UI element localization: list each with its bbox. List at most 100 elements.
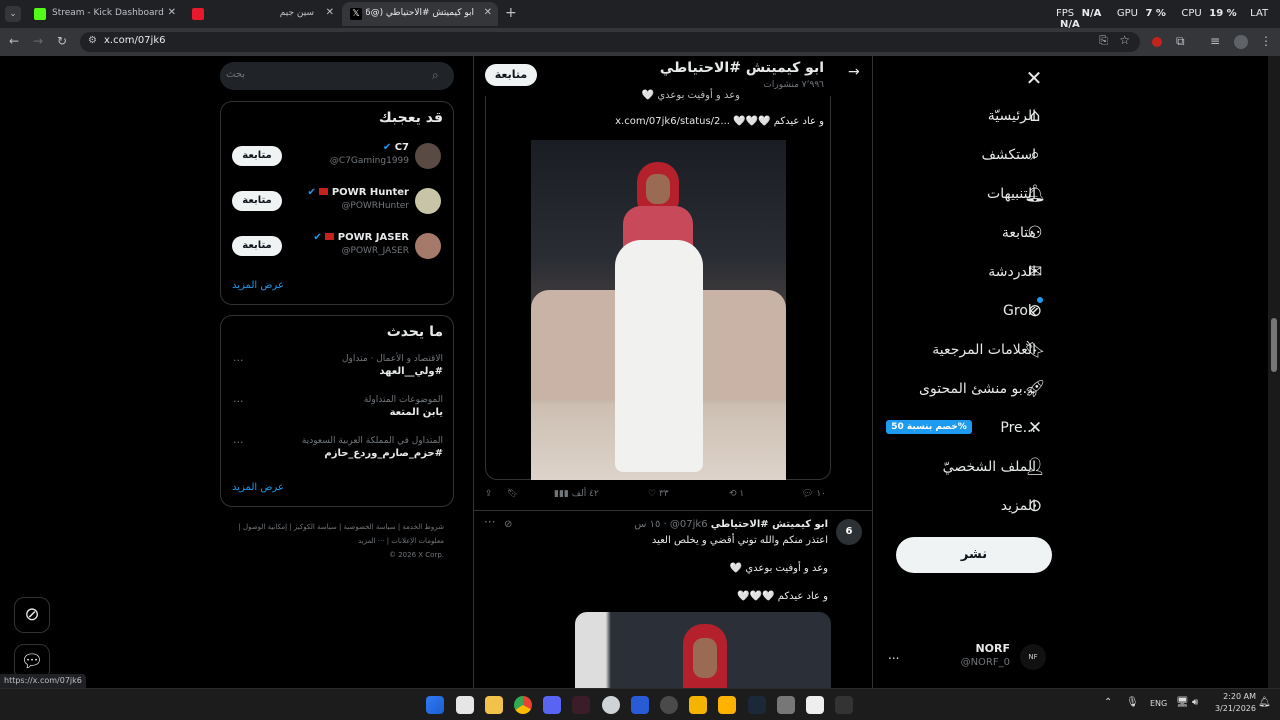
app-blue-icon[interactable] (631, 696, 649, 714)
tab-youtube[interactable]: سين جيم ✕ (184, 2, 340, 26)
tray-chevron-icon[interactable]: ⌃ (1104, 697, 1112, 708)
account-more-icon[interactable]: ... (888, 648, 899, 662)
install-app-icon[interactable]: ⎘ (1099, 34, 1108, 48)
site-info-icon[interactable]: ⚙ (88, 35, 97, 46)
close-tab-icon[interactable]: ✕ (326, 7, 334, 18)
user-avatar[interactable] (415, 188, 441, 214)
user-avatar[interactable] (415, 143, 441, 169)
suggested-user[interactable]: ✔ POWR Hunter @POWRHunter متابعة (221, 185, 453, 221)
start-icon[interactable] (426, 696, 444, 714)
show-more-link[interactable]: عرض المزيد (232, 482, 284, 493)
address-bar[interactable]: ⚙ x.com/07jk6 ⎘ ☆ (80, 32, 1140, 52)
microphone-icon[interactable]: 🎙︎ (1126, 697, 1139, 708)
user-handle: @POWR_JASER (341, 246, 409, 256)
search-box[interactable]: ⌕ بحث (220, 62, 454, 90)
app-gray-icon[interactable] (777, 696, 795, 714)
tweet-video[interactable] (531, 140, 786, 480)
clock-time[interactable]: 2:20 AM (1216, 692, 1256, 701)
rockstar-icon[interactable] (689, 696, 707, 714)
new-tab-button[interactable]: + (505, 5, 517, 21)
tweet-2-video[interactable] (575, 612, 831, 688)
footer-link[interactable]: شروط الخدمة (402, 523, 444, 531)
views-action[interactable]: ▮▮▮ ٤٢ ألف (554, 489, 599, 499)
tweet-more-icon[interactable]: ··· (484, 515, 495, 529)
show-more-link[interactable]: عرض المزيد (232, 280, 284, 291)
app-orange-icon[interactable] (718, 696, 736, 714)
settings-icon[interactable] (602, 696, 620, 714)
trend-more-icon[interactable]: ··· (233, 395, 244, 408)
language-indicator[interactable]: ENG (1150, 699, 1167, 708)
page-scrollbar[interactable] (1268, 56, 1280, 688)
tab-kick-dashboard[interactable]: Stream - Kick Dashboard ✕ (26, 2, 182, 26)
suggested-user[interactable]: ✔ POWR JASER @POWR_JASER متابعة (221, 230, 453, 266)
like-action[interactable]: ♡ ٣٣ (648, 489, 669, 499)
tab-list-dropdown[interactable]: ⌄ (5, 6, 21, 22)
discord-icon[interactable] (543, 696, 561, 714)
media-controls-icon[interactable]: ≡ (1210, 34, 1220, 48)
trend-more-icon[interactable]: ··· (233, 436, 244, 449)
share-action[interactable]: ⇪ (485, 489, 493, 499)
follow-user-button[interactable]: متابعة (232, 191, 282, 211)
close-tab-icon[interactable]: ✕ (168, 7, 176, 18)
footer-link[interactable]: سياسة الكوكيز (294, 523, 337, 531)
forward-icon[interactable]: → (33, 34, 43, 48)
premium-discount-badge[interactable]: %خصم بنسبة 50 (886, 420, 972, 434)
app-a-icon[interactable] (572, 696, 590, 714)
rocket-icon: 🚀︎ (1024, 379, 1046, 399)
x-logo-icon[interactable]: ✕ (1022, 66, 1046, 90)
account-switcher[interactable]: NF NORF @NORF_0 ... (884, 640, 1046, 674)
tweet-author-handle[interactable]: @07jk6 (670, 519, 708, 530)
footer-link[interactable]: معلومات الإعلانات (391, 537, 444, 545)
nav-profile[interactable]: الملف الشخصيّ (943, 449, 1036, 485)
notepad-icon[interactable] (456, 696, 474, 714)
file-explorer-icon[interactable] (485, 696, 503, 714)
footer-link[interactable]: ··· المزيد (358, 537, 385, 545)
grok-tweet-icon[interactable]: ⊘ (504, 519, 512, 530)
suggested-user[interactable]: ✔ C7 @C7Gaming1999 متابعة (221, 140, 453, 176)
back-icon[interactable]: ← (9, 34, 19, 48)
close-tab-icon[interactable]: ✕ (484, 7, 492, 18)
post-button[interactable]: نشر (896, 537, 1052, 573)
bookmark-star-icon[interactable]: ☆ (1119, 33, 1130, 47)
reply-action[interactable]: 💬︎ ١٠ (802, 489, 826, 499)
grok-float-button[interactable]: ⊘ (14, 597, 50, 633)
bookmark-action[interactable]: 🔖︎ (507, 489, 518, 499)
chrome-icon[interactable] (514, 696, 532, 714)
volume-icon[interactable]: 🔊︎ (1192, 697, 1198, 708)
nav-bookmarks[interactable]: العلامات المرجعية (932, 332, 1036, 368)
follow-user-button[interactable]: متابعة (232, 146, 282, 166)
user-avatar[interactable] (415, 233, 441, 259)
reload-icon[interactable]: ↻ (57, 34, 67, 48)
nav-creator-studio[interactable]: ...بو منشئ المحتوى (919, 371, 1036, 407)
views-count: ٤٢ ألف (571, 489, 599, 499)
network-icon[interactable]: 🖥︎ (1176, 697, 1189, 708)
notification-bell-icon[interactable]: 🔔︎ (1258, 697, 1271, 708)
trend-item[interactable]: الموضوعات المتداولة يابن المتعة ··· (221, 395, 453, 431)
clock-date[interactable]: 3/21/2026 (1210, 704, 1256, 713)
footer-link[interactable]: إمكانية الوصول (243, 523, 287, 531)
obs-icon[interactable] (660, 696, 678, 714)
app-white-icon[interactable] (806, 696, 824, 714)
trend-more-icon[interactable]: ··· (233, 354, 244, 367)
footer-link[interactable]: سياسة الخصوصية (344, 523, 396, 531)
follow-button[interactable]: متابعة (485, 64, 537, 86)
scrollbar-thumb[interactable] (1271, 318, 1277, 372)
browser-menu-icon[interactable]: ⋮ (1260, 34, 1272, 48)
tab-x-profile[interactable]: 𝕏 ابو كيميتش #الاحتياطي (@07jk6 ✕ (342, 2, 498, 26)
tweet-author-name[interactable]: ابو كيميتش #الاحتياطي (711, 519, 828, 530)
app-dark-icon[interactable] (835, 696, 853, 714)
tweet-time[interactable]: ١٥ س (634, 519, 660, 530)
follow-user-button[interactable]: متابعة (232, 236, 282, 256)
tweet-2[interactable]: 6 ابو كيميتش #الاحتياطي @07jk6 · ١٥ س ⊘ … (474, 511, 872, 688)
trend-item[interactable]: المتداول في المملكة العربية السعودية #حز… (221, 436, 453, 472)
tweet-author-avatar[interactable]: 6 (836, 519, 862, 545)
repost-action[interactable]: ⟲ ١ (729, 489, 744, 499)
extension-red-icon[interactable] (1152, 37, 1162, 47)
steam-icon[interactable] (748, 696, 766, 714)
tweet-link[interactable]: x.com/07jk6/status/2... (615, 116, 730, 127)
trend-item[interactable]: الاقتصاد و الأعمال · متداول #ولي__العهد … (221, 354, 453, 390)
extensions-icon[interactable]: ⧉ (1176, 34, 1185, 48)
quoted-tweet-card[interactable]: وعد و أوفيت بوعدي 🤍 و عاد عيدكم 🤍🤍🤍 x.co… (485, 90, 831, 480)
profile-avatar-icon[interactable] (1234, 35, 1248, 49)
back-arrow-icon[interactable]: → (848, 64, 860, 80)
